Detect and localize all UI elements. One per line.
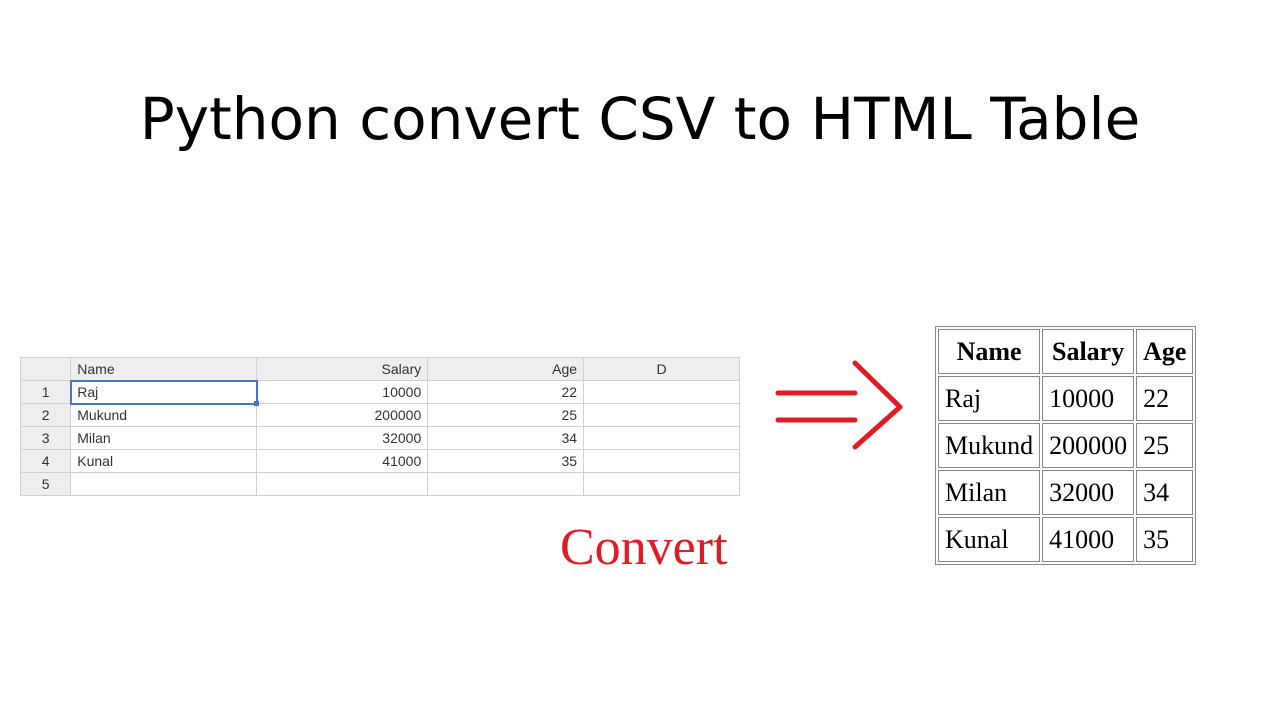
html-table-cell: 35 <box>1136 517 1193 562</box>
spreadsheet-cell-selected[interactable]: Raj <box>71 381 257 404</box>
spreadsheet-cell[interactable] <box>257 473 428 496</box>
html-table-header: Name <box>938 329 1040 374</box>
spreadsheet-cell[interactable] <box>584 450 740 473</box>
spreadsheet-row-number: 1 <box>21 381 71 404</box>
page-title: Python convert CSV to HTML Table <box>0 85 1280 153</box>
html-table-row: Kunal 41000 35 <box>938 517 1193 562</box>
spreadsheet-cell[interactable] <box>584 381 740 404</box>
spreadsheet-cell[interactable]: 35 <box>428 450 584 473</box>
spreadsheet-cell[interactable]: 200000 <box>257 404 428 427</box>
spreadsheet-cell[interactable]: Kunal <box>71 450 257 473</box>
html-table-cell: 10000 <box>1042 376 1134 421</box>
spreadsheet-cell[interactable] <box>584 404 740 427</box>
spreadsheet-cell[interactable]: 10000 <box>257 381 428 404</box>
html-table-cell: 25 <box>1136 423 1193 468</box>
spreadsheet-col-header: Name <box>71 358 257 381</box>
html-table-header: Age <box>1136 329 1193 374</box>
html-table-row: Raj 10000 22 <box>938 376 1193 421</box>
spreadsheet-col-header: Age <box>428 358 584 381</box>
html-table-cell: 32000 <box>1042 470 1134 515</box>
spreadsheet-row: 5 <box>21 473 740 496</box>
spreadsheet-corner <box>21 358 71 381</box>
spreadsheet-row: 3 Milan 32000 34 <box>21 427 740 450</box>
spreadsheet-cell[interactable]: 25 <box>428 404 584 427</box>
html-table-row: Milan 32000 34 <box>938 470 1193 515</box>
spreadsheet-row: 2 Mukund 200000 25 <box>21 404 740 427</box>
html-table-cell: 34 <box>1136 470 1193 515</box>
html-table-row: Mukund 200000 25 <box>938 423 1193 468</box>
html-table-cell: 41000 <box>1042 517 1134 562</box>
html-table-header-row: Name Salary Age <box>938 329 1193 374</box>
html-table-cell: 22 <box>1136 376 1193 421</box>
html-table-cell: Raj <box>938 376 1040 421</box>
spreadsheet-row: 1 Raj 10000 22 <box>21 381 740 404</box>
html-table-cell: Milan <box>938 470 1040 515</box>
spreadsheet-table: Name Salary Age D 1 Raj 10000 22 2 Mukun… <box>20 357 740 496</box>
spreadsheet-row-number: 2 <box>21 404 71 427</box>
spreadsheet-cell[interactable]: 41000 <box>257 450 428 473</box>
spreadsheet-cell[interactable] <box>584 473 740 496</box>
spreadsheet-col-header: Salary <box>257 358 428 381</box>
spreadsheet-cell[interactable]: 34 <box>428 427 584 450</box>
spreadsheet-cell[interactable] <box>71 473 257 496</box>
html-table-cell: Mukund <box>938 423 1040 468</box>
html-output-table: Name Salary Age Raj 10000 22 Mukund 2000… <box>935 326 1196 565</box>
spreadsheet-cell[interactable]: Milan <box>71 427 257 450</box>
html-table-cell: Kunal <box>938 517 1040 562</box>
html-table-header: Salary <box>1042 329 1134 374</box>
spreadsheet-row-number: 4 <box>21 450 71 473</box>
spreadsheet-header-row: Name Salary Age D <box>21 358 740 381</box>
spreadsheet-cell[interactable]: Mukund <box>71 404 257 427</box>
spreadsheet-cell[interactable]: 22 <box>428 381 584 404</box>
html-table-cell: 200000 <box>1042 423 1134 468</box>
convert-label: Convert <box>560 518 728 577</box>
spreadsheet-row-number: 5 <box>21 473 71 496</box>
spreadsheet-col-header: D <box>584 358 740 381</box>
spreadsheet-cell[interactable] <box>428 473 584 496</box>
spreadsheet-row: 4 Kunal 41000 35 <box>21 450 740 473</box>
spreadsheet-row-number: 3 <box>21 427 71 450</box>
arrow-icon <box>775 360 905 450</box>
spreadsheet-cell[interactable]: 32000 <box>257 427 428 450</box>
spreadsheet-cell[interactable] <box>584 427 740 450</box>
